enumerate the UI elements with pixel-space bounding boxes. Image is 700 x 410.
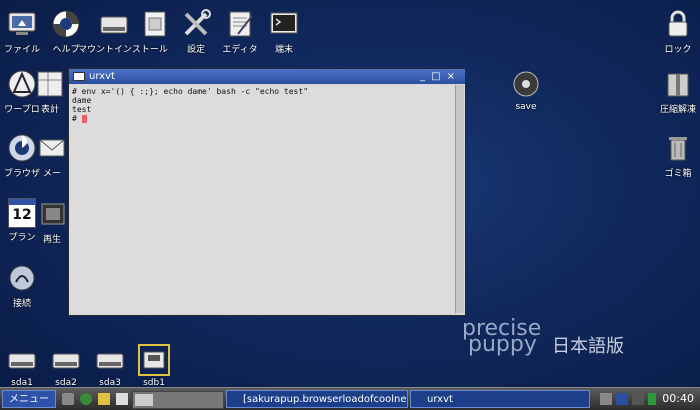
desktop-icon-label: 端末: [274, 45, 293, 55]
drive-sdb1[interactable]: sdb1: [122, 344, 186, 388]
terminal-prompt: #: [72, 114, 82, 123]
desktop-icon-terminal[interactable]: 端末: [252, 8, 316, 55]
desktop-icon-mail[interactable]: メー: [34, 132, 70, 179]
desktop-pager[interactable]: [132, 391, 224, 409]
padlock-icon: [662, 8, 694, 40]
terminal-output[interactable]: # env x='() { :;}; echo dame' bash -c "e…: [70, 85, 455, 313]
launcher-icon-2[interactable]: [80, 393, 92, 405]
film-icon: [36, 198, 68, 230]
desktop-icon-player[interactable]: 再生: [34, 198, 70, 245]
window-title: urxvt: [89, 71, 115, 82]
terminal-line: dame: [72, 96, 92, 105]
menu-button[interactable]: メニュー: [2, 390, 56, 408]
battery-icon[interactable]: [648, 393, 656, 405]
desktop-icon-sheet[interactable]: 表計: [30, 68, 70, 115]
calendar-day: 12: [12, 207, 32, 223]
desktop-icon-label: 接続: [12, 299, 31, 309]
trash-icon: [662, 132, 694, 164]
desktop-icon-label: 表計: [40, 105, 59, 115]
task-button-urxvt[interactable]: urxvt: [410, 390, 590, 408]
usb-drive-icon: [138, 344, 170, 376]
terminal-line: # env x='() { :;}; echo dame' bash -c "e…: [72, 87, 309, 96]
brand-puppy: puppy: [468, 332, 537, 357]
brand-japanese: 日本語版: [552, 336, 624, 357]
launcher-icon-3[interactable]: [116, 393, 128, 405]
save-disc-icon: [510, 68, 542, 100]
task-title: [sakurapup.browserloadofcoolne: [243, 394, 407, 405]
window-titlebar[interactable]: urxvt _□×: [69, 69, 465, 84]
desktop-icon-label: ゴミ箱: [664, 169, 692, 179]
desktop-icon-label: メー: [42, 169, 61, 179]
close-button[interactable]: ×: [447, 71, 461, 82]
desktop-icon-label: 圧縮解凍: [659, 105, 696, 115]
tray-icon-1[interactable]: [600, 393, 612, 405]
tray-icon-2[interactable]: [616, 393, 628, 405]
text-cursor: [81, 114, 87, 123]
network-icon: [6, 262, 38, 294]
folder-icon[interactable]: [98, 393, 110, 405]
desktop-icon-label: マウントインストール: [78, 45, 168, 55]
desktop-icon-save[interactable]: save: [494, 68, 558, 112]
terminal-line: test: [72, 105, 92, 114]
task-button-browser[interactable]: [sakurapup.browserloadofcoolne: [226, 390, 408, 408]
desktop-icon-compress[interactable]: 圧縮解凍: [646, 68, 700, 115]
mail-icon: [36, 132, 68, 164]
pager-active-desk[interactable]: [135, 394, 153, 406]
desktop-icon-label: 再生: [42, 235, 61, 245]
tray-icon-3[interactable]: [632, 393, 644, 405]
terminal-icon: [268, 8, 300, 40]
archive-icon: [662, 68, 694, 100]
desktop-icon-trash[interactable]: ゴミ箱: [646, 132, 700, 179]
desktop-icon-lock[interactable]: ロック: [646, 8, 700, 55]
desktop-icon-label: ロック: [664, 45, 692, 55]
desktop-icon-connect[interactable]: 接続: [0, 262, 54, 309]
desktop-icon-label: save: [515, 102, 537, 112]
launcher-icon-1[interactable]: [62, 393, 74, 405]
maximize-button[interactable]: □: [431, 71, 446, 82]
window-icon: [73, 71, 85, 81]
terminal-window[interactable]: urxvt _□× # env x='() { :;}; echo dame' …: [68, 68, 466, 316]
calendar-icon: 12: [8, 198, 36, 228]
spreadsheet-icon: [34, 68, 66, 100]
clock[interactable]: 00:40: [662, 388, 694, 410]
taskbar: メニュー [sakurapup.browserloadofcoolne urxv…: [0, 387, 700, 410]
vertical-scrollbar[interactable]: [455, 85, 464, 313]
task-title: urxvt: [427, 394, 453, 405]
minimize-button[interactable]: _: [420, 71, 431, 82]
